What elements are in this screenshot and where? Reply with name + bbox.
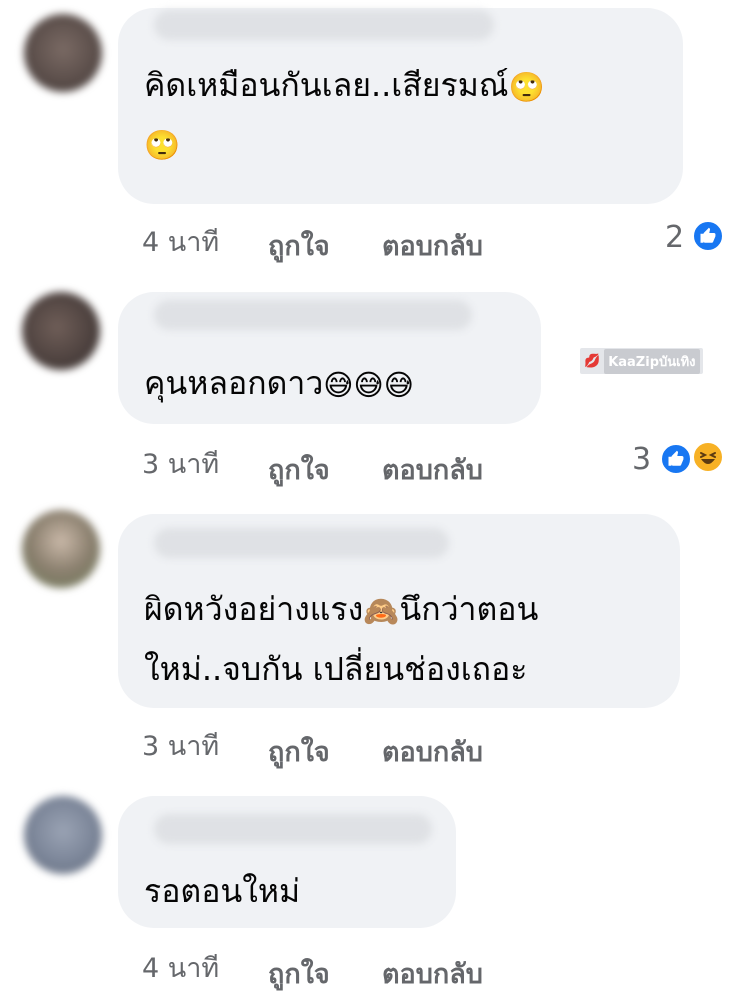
comment-text-line-2: 🙄 xyxy=(144,112,180,174)
comment-text-line: นึกว่าตอน xyxy=(399,590,539,628)
commenter-name[interactable] xyxy=(154,300,472,330)
like-button[interactable]: ถูกใจ xyxy=(268,224,330,267)
lips-icon: 💋 xyxy=(584,353,601,369)
haha-reaction-icon[interactable] xyxy=(692,441,724,473)
like-button[interactable]: ถูกใจ xyxy=(268,730,330,773)
comment-text: คุนหลอกดาว😅😅😅 xyxy=(144,352,414,414)
avatar[interactable] xyxy=(22,510,100,588)
comment-timestamp[interactable]: 4 นาที xyxy=(142,220,219,263)
reply-button[interactable]: ตอบกลับ xyxy=(382,448,483,491)
commenter-name[interactable] xyxy=(154,10,494,40)
face-with-rolling-eyes-icon: 🙄 xyxy=(508,69,545,104)
avatar[interactable] xyxy=(24,14,102,92)
like-reaction-icon[interactable] xyxy=(660,443,692,475)
reply-button[interactable]: ตอบกลับ xyxy=(382,224,483,267)
reaction-count[interactable]: 2 xyxy=(665,220,684,255)
comment-timestamp[interactable]: 4 นาที xyxy=(142,946,219,989)
reaction-count[interactable]: 3 xyxy=(632,442,651,477)
comment-text-line: คุนหลอกดาว xyxy=(144,364,324,402)
avatar[interactable] xyxy=(24,796,102,874)
comment-timestamp[interactable]: 3 นาที xyxy=(142,724,219,767)
like-reaction-icon[interactable] xyxy=(692,220,724,252)
comment-text-line: คิดเหมือนกันเลย..เสียรมณ์ xyxy=(144,66,509,104)
laughing-face-icon xyxy=(700,452,716,464)
comment-timestamp[interactable]: 3 นาที xyxy=(142,442,219,485)
commenter-name[interactable] xyxy=(154,814,432,844)
thumbs-up-icon xyxy=(700,227,716,243)
thumbs-up-icon xyxy=(668,450,684,466)
grinning-sweat-icon: 😅😅😅 xyxy=(323,367,414,402)
comment-bubble: คุนหลอกดาว😅😅😅 xyxy=(118,292,541,424)
watermark: 💋 KaaZipบันเทิง xyxy=(580,348,703,374)
comment-text: รอตอนใหม่ xyxy=(144,872,301,910)
avatar[interactable] xyxy=(22,292,100,370)
reply-button[interactable]: ตอบกลับ xyxy=(382,952,483,995)
comment-text-line: ผิดหวังอย่างแรง xyxy=(144,590,364,628)
see-no-evil-monkey-icon: 🙈 xyxy=(363,593,400,628)
reply-button[interactable]: ตอบกลับ xyxy=(382,730,483,773)
like-button[interactable]: ถูกใจ xyxy=(268,448,330,491)
watermark-text: KaaZipบันเทิง xyxy=(604,348,700,374)
comment-text: ผิดหวังอย่างแรง🙈นึกว่าตอน xyxy=(144,578,538,640)
comment-text: คิดเหมือนกันเลย..เสียรมณ์🙄 xyxy=(144,54,545,116)
like-button[interactable]: ถูกใจ xyxy=(268,952,330,995)
comment-bubble: รอตอนใหม่ xyxy=(118,796,456,928)
comment-text-line-2: ใหม่..จบกัน เปลี่ยนช่องเถอะ xyxy=(144,650,528,688)
comment-bubble: ผิดหวังอย่างแรง🙈นึกว่าตอน ใหม่..จบกัน เป… xyxy=(118,514,680,708)
face-with-rolling-eyes-icon: 🙄 xyxy=(144,127,181,162)
commenter-name[interactable] xyxy=(154,528,449,558)
comment-bubble: คิดเหมือนกันเลย..เสียรมณ์🙄 🙄 xyxy=(118,8,683,204)
